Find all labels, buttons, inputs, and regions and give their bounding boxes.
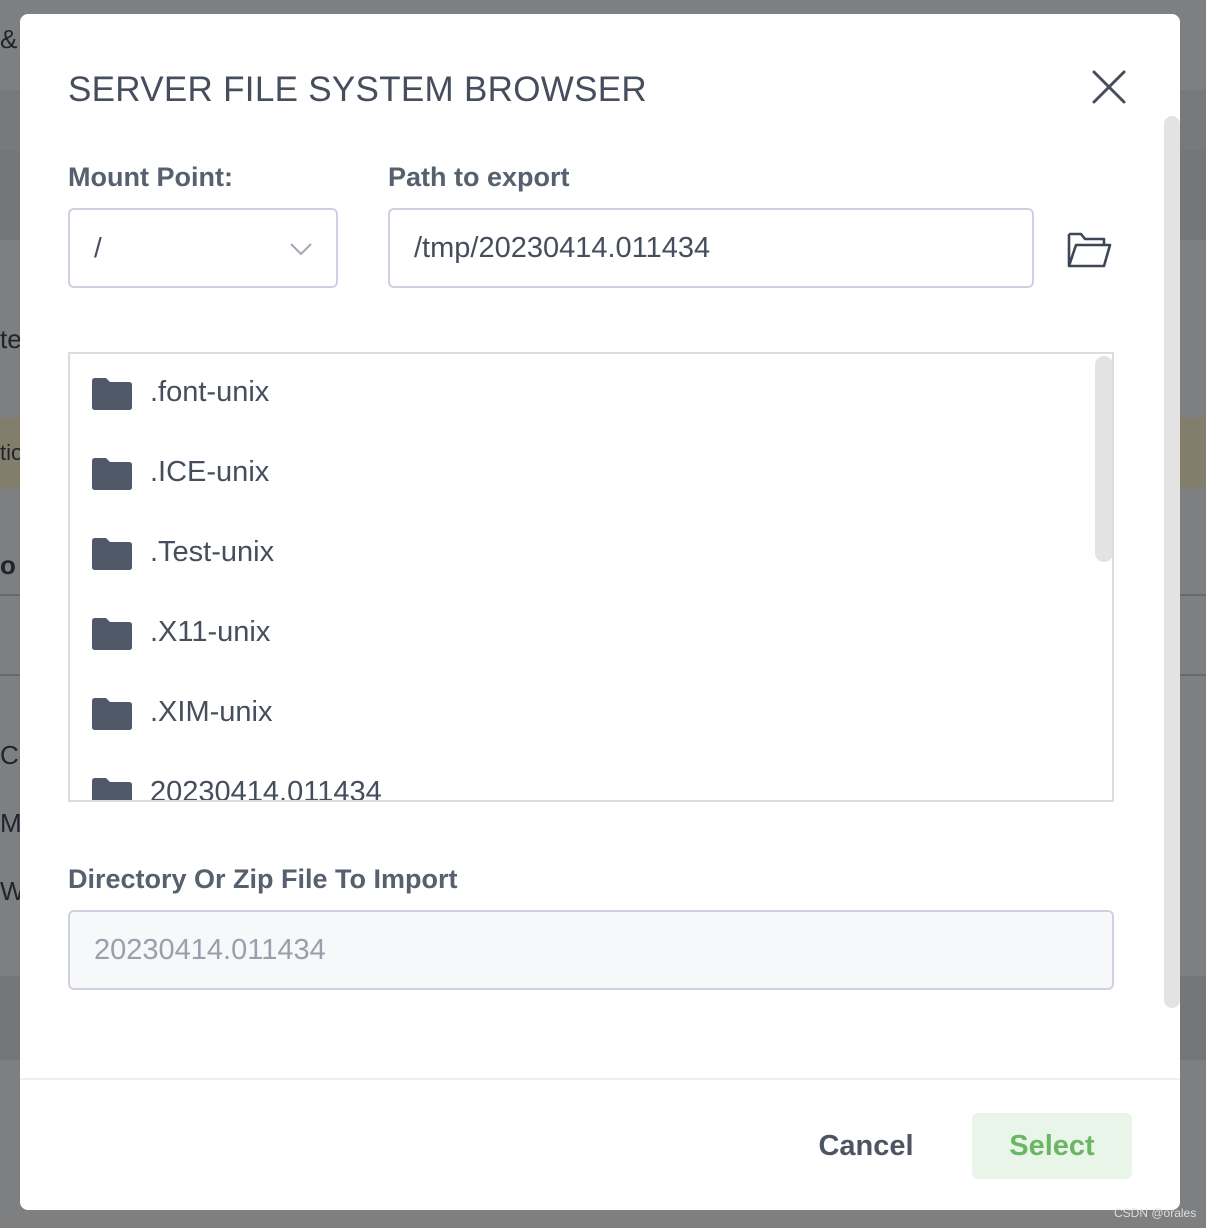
list-item-name: .font-unix xyxy=(150,376,270,408)
list-item[interactable]: .X11-unix xyxy=(70,594,1090,674)
list-item[interactable]: .Test-unix xyxy=(70,514,1090,594)
folder-icon xyxy=(92,778,132,800)
list-item-name: 20230414.011434 xyxy=(150,776,382,802)
open-folder-icon xyxy=(1067,232,1112,268)
list-scrollbar[interactable] xyxy=(1094,354,1112,800)
folder-icon xyxy=(92,538,132,570)
select-button[interactable]: Select xyxy=(972,1113,1132,1179)
list-item-name: .Test-unix xyxy=(150,536,275,568)
browse-button[interactable] xyxy=(1064,226,1114,272)
list-item-name: .X11-unix xyxy=(150,616,271,648)
folder-icon xyxy=(92,458,132,490)
list-item[interactable]: .font-unix xyxy=(70,354,1090,434)
folder-icon xyxy=(92,618,132,650)
footer-divider xyxy=(20,1078,1180,1080)
mount-point-label: Mount Point: xyxy=(68,162,233,192)
path-label: Path to export xyxy=(388,162,570,192)
list-item-name: .ICE-unix xyxy=(150,456,270,488)
list-item[interactable]: .XIM-unix xyxy=(70,674,1090,754)
cancel-button[interactable]: Cancel xyxy=(790,1114,942,1178)
import-field[interactable]: 20230414.011434 xyxy=(68,910,1114,990)
dialog-scrollbar[interactable] xyxy=(1162,116,1180,1030)
import-field-value: 20230414.011434 xyxy=(94,934,326,966)
dialog-title: SERVER FILE SYSTEM BROWSER xyxy=(68,70,647,109)
close-icon xyxy=(1092,70,1126,104)
chevron-down-icon xyxy=(290,243,312,256)
path-input[interactable]: /tmp/20230414.011434 xyxy=(388,208,1034,288)
list-item-name: .XIM-unix xyxy=(150,696,273,728)
mount-point-value: / xyxy=(94,232,102,263)
list-item[interactable]: 20230414.011434 xyxy=(70,754,1090,802)
list-scrollbar-thumb[interactable] xyxy=(1095,356,1112,562)
path-input-value: /tmp/20230414.011434 xyxy=(414,232,711,264)
mount-point-select[interactable]: / xyxy=(68,208,338,288)
list-item[interactable]: .ICE-unix xyxy=(70,434,1090,514)
file-browser-dialog: SERVER FILE SYSTEM BROWSER Mount Point: … xyxy=(20,14,1180,1210)
directory-list[interactable]: .font-unix .ICE-unix .Test-unix .X11-uni… xyxy=(68,352,1114,802)
watermark: CSDN @orales xyxy=(1114,1206,1197,1220)
close-button[interactable] xyxy=(1088,66,1130,108)
folder-icon xyxy=(92,378,132,410)
import-label: Directory Or Zip File To Import xyxy=(68,864,458,894)
dialog-scrollbar-thumb[interactable] xyxy=(1164,116,1180,1008)
folder-icon xyxy=(92,698,132,730)
